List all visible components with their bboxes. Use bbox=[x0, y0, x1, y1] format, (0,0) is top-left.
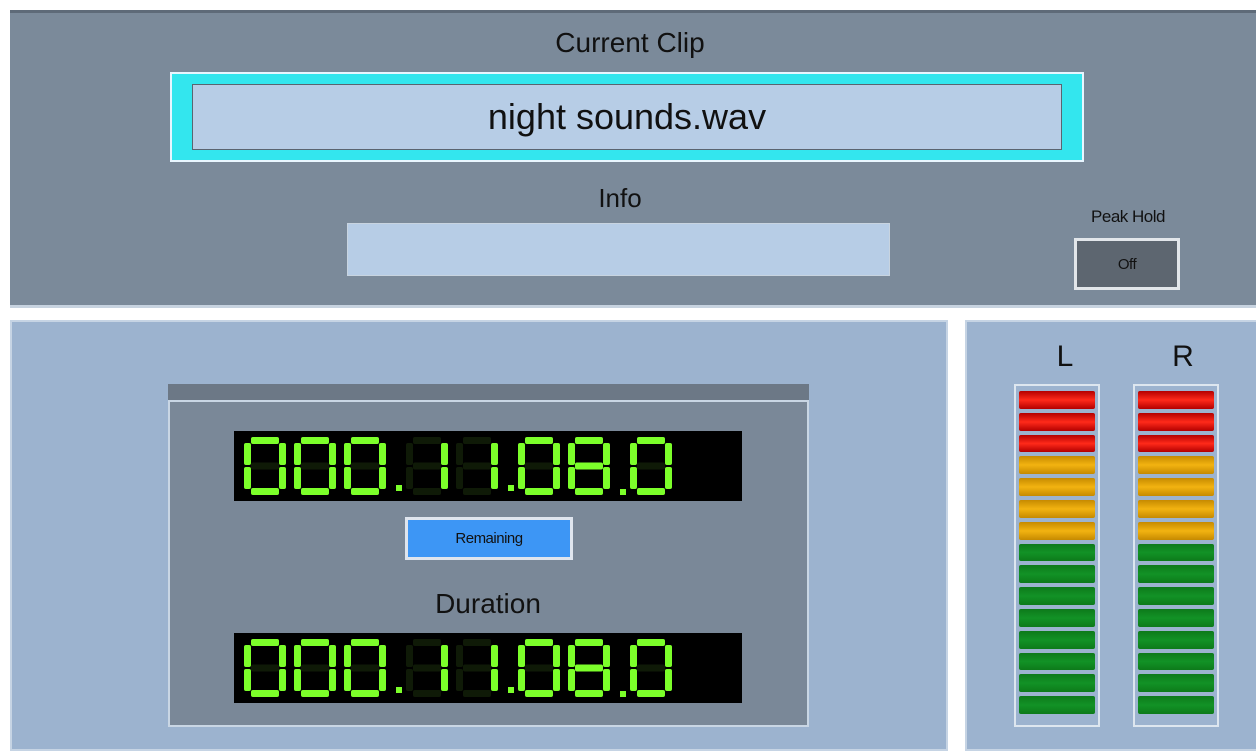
right-level-meter bbox=[1133, 384, 1219, 727]
peak-hold-label: Peak Hold bbox=[1091, 207, 1165, 226]
meter-segment-amber bbox=[1019, 478, 1095, 496]
meter-segment-red bbox=[1019, 412, 1095, 431]
meter-segment-red bbox=[1019, 391, 1095, 409]
meter-segment-green bbox=[1138, 543, 1214, 562]
meter-segment-green bbox=[1019, 674, 1095, 693]
meter-segment-red bbox=[1138, 391, 1214, 409]
current-clip-frame: night sounds.wav bbox=[170, 72, 1084, 162]
right-channel-label: R bbox=[1172, 340, 1194, 373]
meter-segment-green bbox=[1019, 587, 1095, 605]
peak-hold-button[interactable]: Off bbox=[1074, 238, 1180, 290]
remaining-toggle-button[interactable]: Remaining bbox=[405, 517, 573, 560]
panel-divider bbox=[10, 305, 1256, 308]
meter-segment-amber bbox=[1138, 499, 1214, 518]
duration-label: Duration bbox=[435, 588, 541, 619]
timer-title-bar bbox=[168, 384, 809, 400]
meter-segment-green bbox=[1019, 652, 1095, 671]
current-clip-label: Current Clip bbox=[555, 27, 705, 58]
meter-segment-green bbox=[1019, 608, 1095, 627]
left-level-meter bbox=[1014, 384, 1100, 727]
current-clip-field[interactable]: night sounds.wav bbox=[192, 84, 1062, 150]
meter-segment-red bbox=[1019, 434, 1095, 453]
meter-segment-amber bbox=[1019, 499, 1095, 518]
meter-segment-amber bbox=[1019, 456, 1095, 475]
time-remaining-digits bbox=[244, 437, 672, 495]
info-label: Info bbox=[598, 183, 642, 213]
meter-segment-green bbox=[1138, 608, 1214, 627]
time-remaining-display bbox=[234, 431, 742, 501]
duration-display bbox=[234, 633, 742, 703]
meter-segment-green bbox=[1138, 587, 1214, 605]
meter-segment-red bbox=[1138, 412, 1214, 431]
meter-segment-green bbox=[1138, 674, 1214, 693]
info-field[interactable] bbox=[347, 223, 890, 276]
duration-digits bbox=[244, 639, 672, 697]
meter-segment-amber bbox=[1138, 456, 1214, 475]
left-channel-label: L bbox=[1056, 340, 1074, 373]
meter-segment-green bbox=[1138, 630, 1214, 649]
meter-segment-red bbox=[1138, 434, 1214, 453]
meter-segment-green bbox=[1019, 696, 1095, 714]
meter-segment-amber bbox=[1019, 521, 1095, 540]
meter-segment-green bbox=[1138, 696, 1214, 714]
meter-segment-amber bbox=[1138, 478, 1214, 496]
meter-segment-amber bbox=[1138, 521, 1214, 540]
meter-segment-green bbox=[1019, 630, 1095, 649]
meter-segment-green bbox=[1019, 565, 1095, 584]
meter-segment-green bbox=[1138, 565, 1214, 584]
meter-segment-green bbox=[1138, 652, 1214, 671]
meter-segment-green bbox=[1019, 543, 1095, 562]
